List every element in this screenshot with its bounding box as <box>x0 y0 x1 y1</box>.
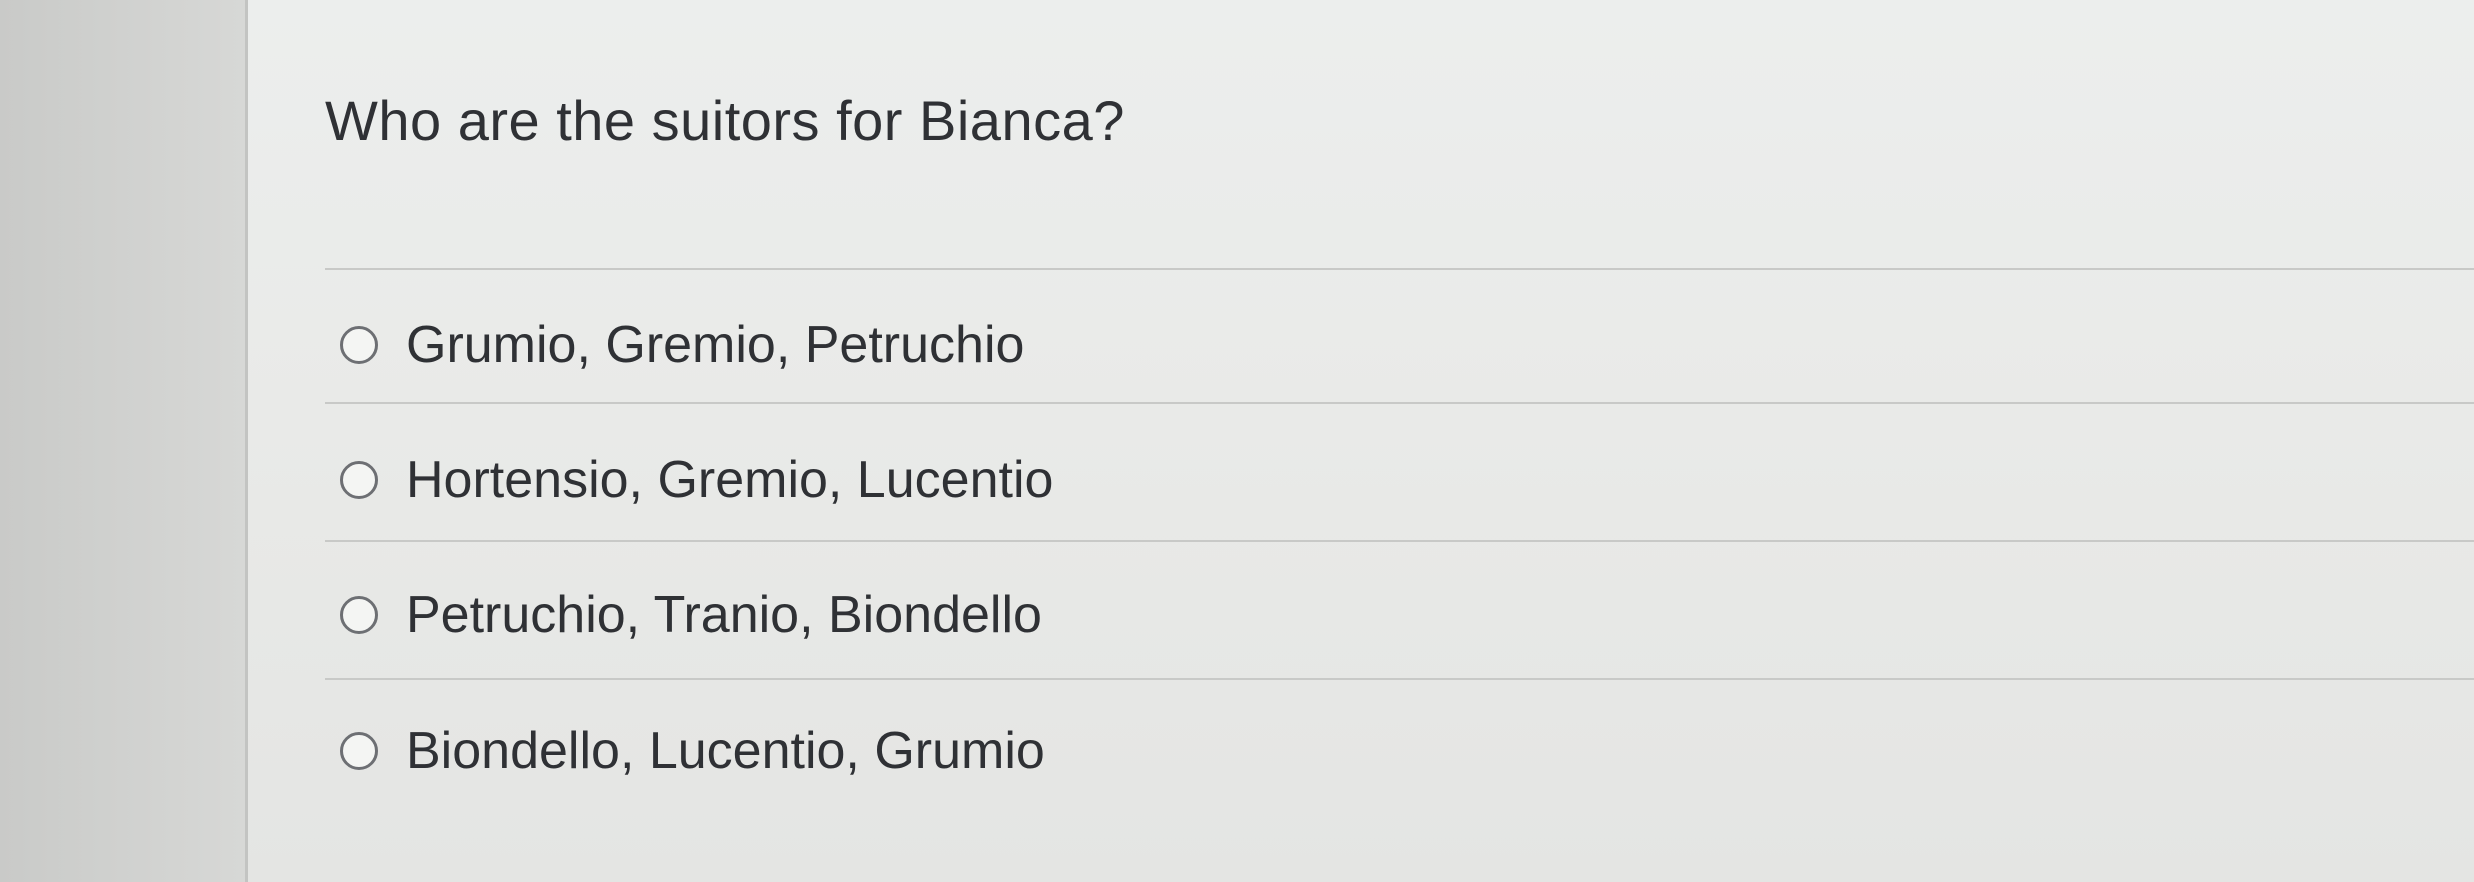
question-text: Who are the suitors for Bianca? <box>325 89 1125 152</box>
answer-option-4[interactable]: Biondello, Lucentio, Grumio <box>340 711 1045 791</box>
answer-label: Biondello, Lucentio, Grumio <box>406 722 1045 780</box>
answer-label: Grumio, Gremio, Petruchio <box>406 316 1025 374</box>
option-divider <box>325 678 2474 680</box>
answer-option-1[interactable]: Grumio, Gremio, Petruchio <box>340 305 1024 385</box>
answer-label: Hortensio, Gremio, Lucentio <box>406 451 1054 509</box>
radio-button[interactable] <box>340 461 378 499</box>
answer-option-3[interactable]: Petruchio, Tranio, Biondello <box>340 575 1042 655</box>
radio-button[interactable] <box>340 732 378 770</box>
option-divider <box>325 540 2474 542</box>
question-divider <box>325 268 2474 270</box>
option-divider <box>325 402 2474 404</box>
left-margin <box>0 0 245 882</box>
answer-option-2[interactable]: Hortensio, Gremio, Lucentio <box>340 440 1053 520</box>
radio-button[interactable] <box>340 326 378 364</box>
quiz-screen: Who are the suitors for Bianca? Grumio, … <box>0 0 2474 882</box>
radio-button[interactable] <box>340 596 378 634</box>
answer-label: Petruchio, Tranio, Biondello <box>406 586 1042 644</box>
